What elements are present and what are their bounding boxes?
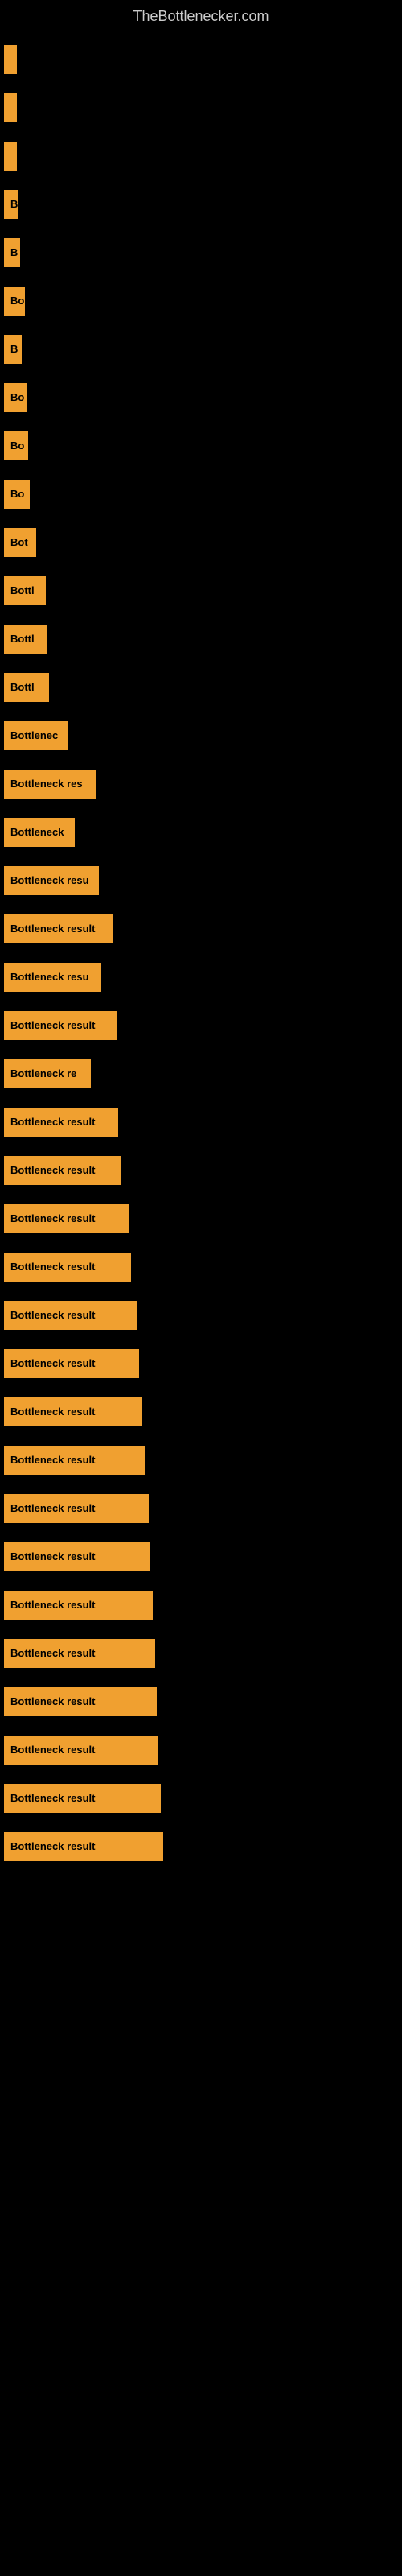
bar-label: Bottleneck result — [4, 1204, 129, 1233]
bar-row: Bottleneck — [4, 810, 398, 854]
bar-label: Bottleneck result — [4, 1301, 137, 1330]
bar-label: Bottleneck — [4, 818, 75, 847]
bar-row: Bottleneck res — [4, 762, 398, 806]
bar-label: B — [4, 238, 20, 267]
bar-row: Bottleneck result — [4, 1100, 398, 1144]
bar-label: B — [4, 190, 18, 219]
bar-row: Bottleneck result — [4, 1438, 398, 1482]
bar-label: Bottleneck result — [4, 1156, 121, 1185]
bar-row: Bottl — [4, 665, 398, 709]
bar-row: Bottleneck re — [4, 1051, 398, 1096]
bar-label: Bottleneck result — [4, 1687, 157, 1716]
bar-row: Bottleneck result — [4, 1245, 398, 1289]
bar-row: Bottleneck result — [4, 1293, 398, 1337]
bars-container: BBBoBBoBoBoBotBottlBottlBottlBottlenecBo… — [0, 29, 402, 1880]
bar-label: Bottl — [4, 625, 47, 654]
bar-label: Bottleneck result — [4, 1349, 139, 1378]
bar-row: Bot — [4, 520, 398, 564]
bar-label — [4, 93, 17, 122]
bar-label: Bottleneck result — [4, 1736, 158, 1765]
site-title: TheBottlenecker.com — [0, 0, 402, 29]
bar-label: Bottl — [4, 673, 49, 702]
bar-label: Bottleneck result — [4, 1108, 118, 1137]
bar-label: Bottleneck result — [4, 1591, 153, 1620]
bar-label: Bottlenec — [4, 721, 68, 750]
bar-label: Bo — [4, 431, 28, 460]
bar-row: Bottleneck result — [4, 1389, 398, 1434]
bar-label: Bottl — [4, 576, 46, 605]
bar-label: Bottleneck res — [4, 770, 96, 799]
bar-label: Bottleneck result — [4, 1253, 131, 1282]
bar-row: Bottleneck result — [4, 906, 398, 951]
bar-label — [4, 142, 17, 171]
bar-row: Bottleneck result — [4, 1631, 398, 1675]
bar-row — [4, 85, 398, 130]
bar-label: Bottleneck resu — [4, 963, 100, 992]
bar-row: Bottleneck resu — [4, 858, 398, 902]
bar-label: B — [4, 335, 22, 364]
bar-row: Bottlenec — [4, 713, 398, 758]
bar-row: Bottleneck result — [4, 1776, 398, 1820]
bar-label: Bottleneck resu — [4, 866, 99, 895]
bar-label: Bottleneck result — [4, 1832, 163, 1861]
bar-label: Bottleneck result — [4, 1494, 149, 1523]
bar-label: Bo — [4, 287, 25, 316]
bar-label: Bottleneck result — [4, 1446, 145, 1475]
bar-label — [4, 45, 17, 74]
bar-label: Bo — [4, 383, 27, 412]
bar-label: Bottleneck result — [4, 1011, 117, 1040]
bar-row: Bottleneck result — [4, 1583, 398, 1627]
bar-row: Bottleneck resu — [4, 955, 398, 999]
bar-row: Bottleneck result — [4, 1003, 398, 1047]
bar-row: B — [4, 230, 398, 275]
bar-row: Bottleneck result — [4, 1486, 398, 1530]
bar-row: Bottleneck result — [4, 1534, 398, 1579]
bar-label: Bottleneck result — [4, 1639, 155, 1668]
bar-row: Bo — [4, 375, 398, 419]
bar-label: Bottleneck result — [4, 914, 113, 943]
bar-row: B — [4, 182, 398, 226]
bar-row: Bottleneck result — [4, 1148, 398, 1192]
bar-row: Bottleneck result — [4, 1728, 398, 1772]
bar-row: Bo — [4, 279, 398, 323]
bar-row: Bottleneck result — [4, 1341, 398, 1385]
bar-label: Bottleneck result — [4, 1784, 161, 1813]
bar-row: Bottl — [4, 568, 398, 613]
bar-row — [4, 134, 398, 178]
bar-row: Bottleneck result — [4, 1824, 398, 1868]
bar-row: Bottleneck result — [4, 1679, 398, 1724]
bar-label: Bo — [4, 480, 30, 509]
bar-row — [4, 37, 398, 81]
bar-row: Bottleneck result — [4, 1196, 398, 1241]
bar-label: Bottleneck result — [4, 1542, 150, 1571]
bar-row: B — [4, 327, 398, 371]
bar-row: Bo — [4, 423, 398, 468]
bar-row: Bottl — [4, 617, 398, 661]
bar-label: Bottleneck result — [4, 1397, 142, 1426]
bar-label: Bottleneck re — [4, 1059, 91, 1088]
bar-row: Bo — [4, 472, 398, 516]
bar-label: Bot — [4, 528, 36, 557]
